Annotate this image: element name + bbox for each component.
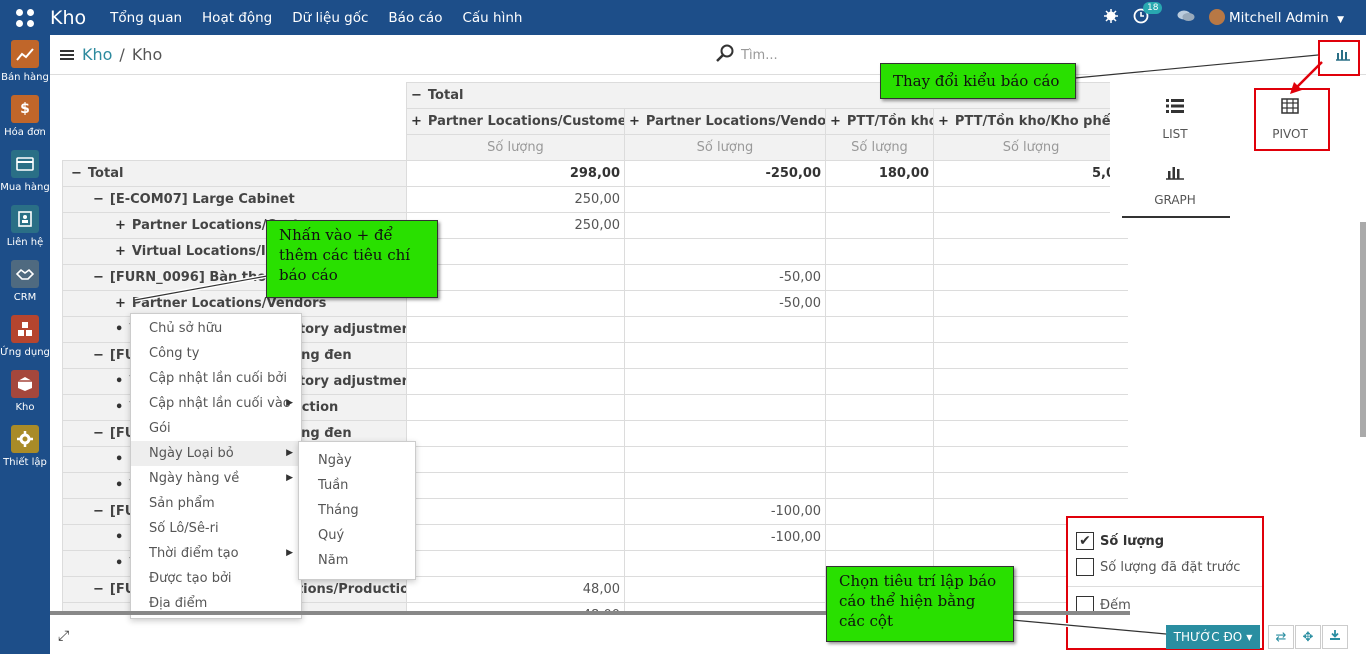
callout-add-criteria: Nhấn vào + để thêm các tiêu chí báo cáo	[266, 220, 438, 298]
callout-measures: Chọn tiêu trí lập báo cáo thể hiện bằng …	[826, 566, 1014, 642]
callout-view-type: Thay đổi kiểu báo cáo	[880, 63, 1076, 99]
annotation-arrows	[134, 53, 1323, 636]
